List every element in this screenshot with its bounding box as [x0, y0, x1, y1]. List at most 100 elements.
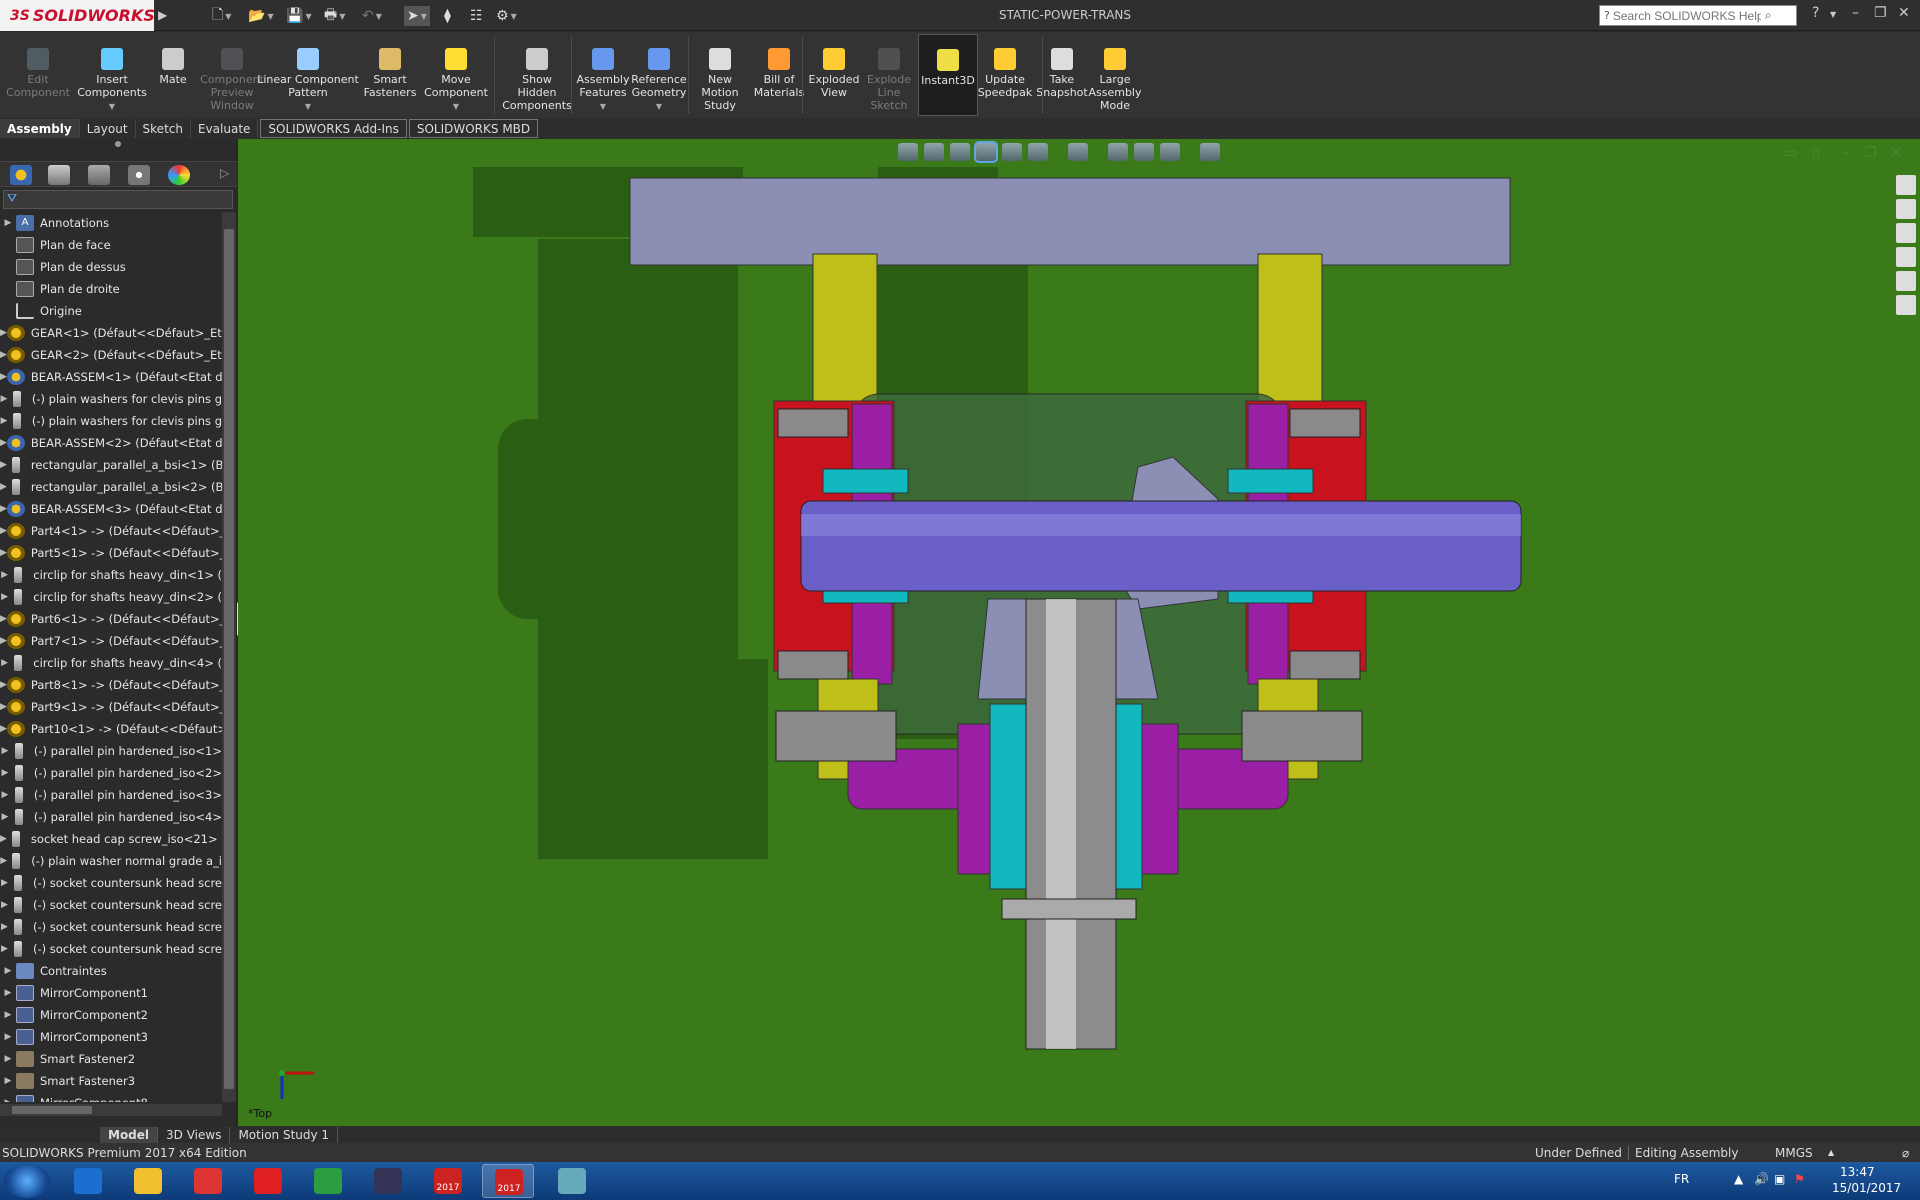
expand-arrow-icon[interactable]: ▶ [0, 218, 16, 228]
expand-arrow-icon[interactable]: ▶ [0, 856, 7, 866]
tree-node[interactable]: ▶ MirrorComponent1 [0, 982, 222, 1004]
tree-vertical-scroll-thumb[interactable] [224, 229, 234, 1089]
taskbar-chrome-icon[interactable] [302, 1164, 354, 1198]
dropdown-chevron-icon[interactable]: ▼ [109, 100, 115, 113]
tree-node[interactable]: ▶ Part10<1> -> (Défaut<<Défaut> [0, 718, 222, 740]
expand-arrow-icon[interactable]: ▶ [0, 548, 7, 558]
expand-arrow-icon[interactable]: ▶ [0, 416, 8, 426]
tree-node[interactable]: ▶ Smart Fastener3 [0, 1070, 222, 1092]
tree-node[interactable]: ▶ Part5<1> -> (Défaut<<Défaut>_ [0, 542, 222, 564]
instant3d-button[interactable]: Instant3D [918, 34, 978, 116]
tree-node[interactable]: ▶ socket head cap screw_iso<21> ( [0, 828, 222, 850]
tree-node[interactable]: ▶ Smart Fastener2 [0, 1048, 222, 1070]
taskbar-solidworks-2017-open-icon[interactable]: 2017 [482, 1164, 534, 1198]
tree-node[interactable]: ▶ rectangular_parallel_a_bsi<2> (BS [0, 476, 222, 498]
tree-node[interactable]: ▶ MirrorComponent8 [0, 1092, 222, 1102]
large-assembly-mode-button[interactable]: Large Assembly Mode [1088, 34, 1142, 116]
tab-sketch[interactable]: Sketch [136, 119, 191, 138]
panel-expand-arrow-icon[interactable]: ▷ [220, 166, 229, 180]
clock-time[interactable]: 13:47 [1840, 1165, 1875, 1179]
file-explorer-icon[interactable] [1896, 223, 1916, 243]
show-hidden-components-button[interactable]: Show Hidden Components [496, 34, 578, 116]
exploded-view-button[interactable]: Exploded View [804, 34, 864, 116]
appearances-icon[interactable] [1896, 271, 1916, 291]
expand-arrow-icon[interactable]: ▶ [0, 900, 9, 910]
tree-node[interactable]: ▶ rectangular_parallel_a_bsi<1> (BS [0, 454, 222, 476]
print-icon[interactable]: 🖶 ▼ [324, 6, 345, 26]
property-manager-tab-icon[interactable] [48, 165, 70, 185]
tree-filter-input[interactable]: ⛛ [3, 190, 233, 209]
graphics-viewport[interactable]: ▭ ▯ – ❐ ✕ *Top [238, 139, 1920, 1126]
expand-arrow-icon[interactable]: ▶ [0, 680, 7, 690]
open-document-icon[interactable]: 📂 ▼ [248, 6, 274, 26]
tree-node[interactable]: ▶ MirrorComponent2 [0, 1004, 222, 1026]
expand-arrow-icon[interactable]: ▶ [0, 790, 10, 800]
expand-arrow-icon[interactable]: ▶ [0, 966, 16, 976]
tree-node[interactable]: ▶ GEAR<2> (Défaut<<Défaut>_Eta [0, 344, 222, 366]
tree-node[interactable]: ▶ (-) socket countersunk head scre [0, 872, 222, 894]
move-component-button[interactable]: Move Component ▼ [418, 34, 494, 116]
expand-arrow-icon[interactable]: ▶ [0, 1098, 16, 1102]
help-search-box[interactable]: ?⌕ [1599, 5, 1797, 26]
undo-icon[interactable]: ↶ ▼ [362, 6, 382, 26]
smart-fasteners-button[interactable]: Smart Fasteners [360, 34, 420, 116]
tree-node[interactable]: ▶ Part7<1> -> (Défaut<<Défaut>_ [0, 630, 222, 652]
language-indicator[interactable]: FR [1674, 1172, 1689, 1186]
input-shaft[interactable] [800, 500, 1522, 592]
update-speedpak-button[interactable]: Update Speedpak [976, 34, 1034, 116]
component-preview-window-button[interactable]: Component Preview Window [200, 34, 264, 116]
tree-node[interactable]: ▶ GEAR<1> (Défaut<<Défaut>_Eta [0, 322, 222, 344]
taskbar-paint-icon[interactable] [546, 1164, 598, 1198]
taskbar-solidworks-launcher-icon[interactable] [362, 1164, 414, 1198]
dropdown-chevron-icon[interactable]: ▼ [305, 100, 311, 113]
tree-node[interactable]: ▶ (-) parallel pin hardened_iso<2> [0, 762, 222, 784]
help-icon[interactable]: ? [1812, 5, 1819, 21]
expand-arrow-icon[interactable]: ▶ [0, 702, 7, 712]
file-properties-icon[interactable]: ☷ [470, 6, 483, 26]
expand-arrow-icon[interactable]: ▶ [0, 438, 7, 448]
expand-arrow-icon[interactable]: ▶ [0, 460, 7, 470]
insert-components-button[interactable]: Insert Components ▼ [74, 34, 150, 116]
expand-arrow-icon[interactable]: ▶ [0, 944, 9, 954]
mate-button[interactable]: Mate [150, 34, 196, 116]
model-tab-motion-study-1[interactable]: Motion Study 1 [230, 1126, 339, 1143]
configuration-manager-tab-icon[interactable] [88, 165, 110, 185]
display-manager-tab-icon[interactable] [168, 165, 190, 185]
tree-node[interactable]: Origine [0, 300, 222, 322]
design-library-icon[interactable] [1896, 199, 1916, 219]
tree-node[interactable]: ▶ (-) socket countersunk head scre [0, 894, 222, 916]
expand-arrow-icon[interactable]: ▶ [0, 570, 9, 580]
unit-system[interactable]: MMGS [1775, 1146, 1813, 1160]
expand-arrow-icon[interactable]: ▶ [0, 592, 9, 602]
tree-node[interactable]: ▶ Contraintes [0, 960, 222, 982]
expand-arrow-icon[interactable]: ▶ [0, 1032, 16, 1042]
assembly-model-section-view[interactable] [238, 139, 1920, 1126]
tree-node[interactable]: ▶ (-) parallel pin hardened_iso<3> [0, 784, 222, 806]
tab-assembly[interactable]: Assembly [0, 119, 80, 138]
expand-arrow-icon[interactable]: ▶ [0, 878, 9, 888]
tree-node[interactable]: ▶ Part4<1> -> (Défaut<<Défaut>_ [0, 520, 222, 542]
tree-node[interactable]: ▶ BEAR-ASSEM<3> (Défaut<Etat d [0, 498, 222, 520]
linear-component-pattern-button[interactable]: Linear Component Pattern ▼ [256, 34, 360, 116]
tree-node[interactable]: ▶ (-) plain washers for clevis pins g [0, 410, 222, 432]
clock-date[interactable]: 15/01/2017 [1832, 1181, 1901, 1195]
explode-line-sketch-button[interactable]: Explode Line Sketch [860, 34, 918, 116]
tab-solidworks-mbd[interactable]: SOLIDWORKS MBD [408, 119, 539, 138]
expand-arrow-icon[interactable]: ▶ [0, 328, 7, 338]
start-button-icon[interactable] [4, 1164, 50, 1198]
tree-node[interactable]: Plan de dessus [0, 256, 222, 278]
tree-node[interactable]: ▶ (-) socket countersunk head scre [0, 938, 222, 960]
new-motion-study-button[interactable]: New Motion Study [690, 34, 750, 116]
assembly-features-button[interactable]: Assembly Features ▼ [574, 34, 632, 116]
rebuild-icon[interactable]: ⧫ [444, 6, 451, 26]
tree-node[interactable]: ▶ BEAR-ASSEM<1> (Défaut<Etat d [0, 366, 222, 388]
dropdown-chevron-icon[interactable]: ▼ [600, 100, 606, 113]
bill-of-materials-button[interactable]: Bill of Materials [752, 34, 806, 116]
tree-node[interactable]: Plan de face [0, 234, 222, 256]
model-tab-3d-views[interactable]: 3D Views [158, 1126, 231, 1143]
custom-properties-icon[interactable] [1896, 295, 1916, 315]
tree-node[interactable]: ▶ circlip for shafts heavy_din<1> ( [0, 564, 222, 586]
solidworks-resources-icon[interactable] [1896, 175, 1916, 195]
tab-solidworks-add-ins[interactable]: SOLIDWORKS Add-Ins [260, 119, 407, 138]
tree-node[interactable]: ▶ MirrorComponent3 [0, 1026, 222, 1048]
